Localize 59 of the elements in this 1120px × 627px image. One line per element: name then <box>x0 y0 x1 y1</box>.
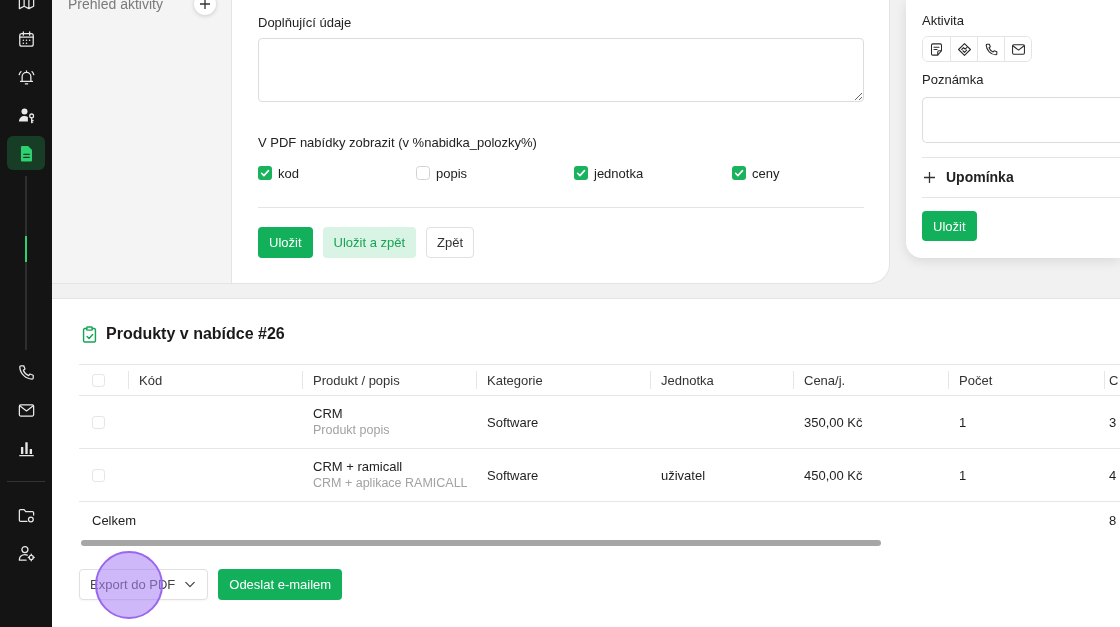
product-name: CRM + ramicall <box>313 459 403 475</box>
reminder-toggle[interactable]: Upomínka <box>922 167 1014 187</box>
table-cell-text: Software <box>486 413 540 432</box>
save-button[interactable]: Uložit <box>922 211 977 241</box>
save-and-back-button[interactable]: Uložit a zpět <box>322 227 417 258</box>
product-description: CRM + aplikace RAMICALL <box>313 475 468 491</box>
table-cell-text: 450,00 Kč <box>803 466 864 485</box>
checkbox[interactable] <box>416 166 430 180</box>
column-header: Cena/j. <box>793 365 948 395</box>
send-email-button[interactable]: Odeslat e-mailem <box>218 569 343 600</box>
note-icon <box>929 41 944 57</box>
field-label: Doplňující údaje <box>258 15 353 31</box>
table-cell-text: 8 <box>1108 511 1118 530</box>
table-cell-text: 1 <box>958 466 968 485</box>
checkbox[interactable] <box>92 373 105 387</box>
checkbox[interactable] <box>732 166 746 180</box>
column-header: Počet <box>948 365 1104 395</box>
clipboard-check-icon <box>80 324 99 344</box>
phone-icon <box>16 362 36 382</box>
checkbox[interactable] <box>574 166 588 180</box>
save-button[interactable]: Uložit <box>258 227 313 258</box>
checkbox-label: ceny <box>752 165 780 181</box>
table-cell-text: 350,00 Kč <box>803 413 864 432</box>
calendar-icon <box>16 29 36 49</box>
column-header: C <box>1104 365 1120 395</box>
activity-type-button[interactable] <box>1004 37 1031 61</box>
field-label: Aktivita <box>922 13 965 29</box>
plus-icon <box>200 0 210 9</box>
total-label: Celkem <box>92 512 137 528</box>
user-gear-icon <box>16 543 36 563</box>
checkbox[interactable] <box>258 166 272 180</box>
table-cell-text: 1 <box>958 413 968 432</box>
phone-icon <box>983 41 999 57</box>
table-cell-text: 4 <box>1108 466 1118 485</box>
column-header: Jednotka <box>650 365 793 395</box>
product-description: Produkt popis <box>313 422 390 438</box>
back-button[interactable]: Zpět <box>426 227 475 258</box>
nav-button[interactable] <box>7 136 45 170</box>
column-header: Kategorie <box>476 365 650 395</box>
checkbox[interactable] <box>92 468 105 482</box>
alarm-bell-icon <box>16 67 36 87</box>
checkbox-label: popis <box>436 165 468 181</box>
checkbox-label: kod <box>278 165 299 181</box>
column-header: Produkt / popis <box>302 365 476 395</box>
field-label: Poznámka <box>922 72 985 88</box>
table-cell-text: Software <box>486 466 540 485</box>
product-name: CRM <box>313 406 343 422</box>
checkbox-label: jednotka <box>594 165 644 181</box>
table-cell-text: 3 <box>1108 413 1118 432</box>
horizontal-scrollbar[interactable] <box>81 540 881 546</box>
mail-icon <box>1010 41 1026 57</box>
field-label: V PDF nabídky zobrazit (v %nabidka_polozky%) <box>258 135 538 151</box>
column-header: Kód <box>128 365 302 395</box>
sidebar-scroll-thumb[interactable] <box>25 236 27 262</box>
chevron-down-icon <box>185 581 196 588</box>
table-cell-text: uživatel <box>660 466 707 485</box>
section-title: Produkty v nabídce #26 <box>106 324 285 344</box>
checkbox[interactable] <box>92 415 105 429</box>
diamond-icon <box>956 41 972 57</box>
